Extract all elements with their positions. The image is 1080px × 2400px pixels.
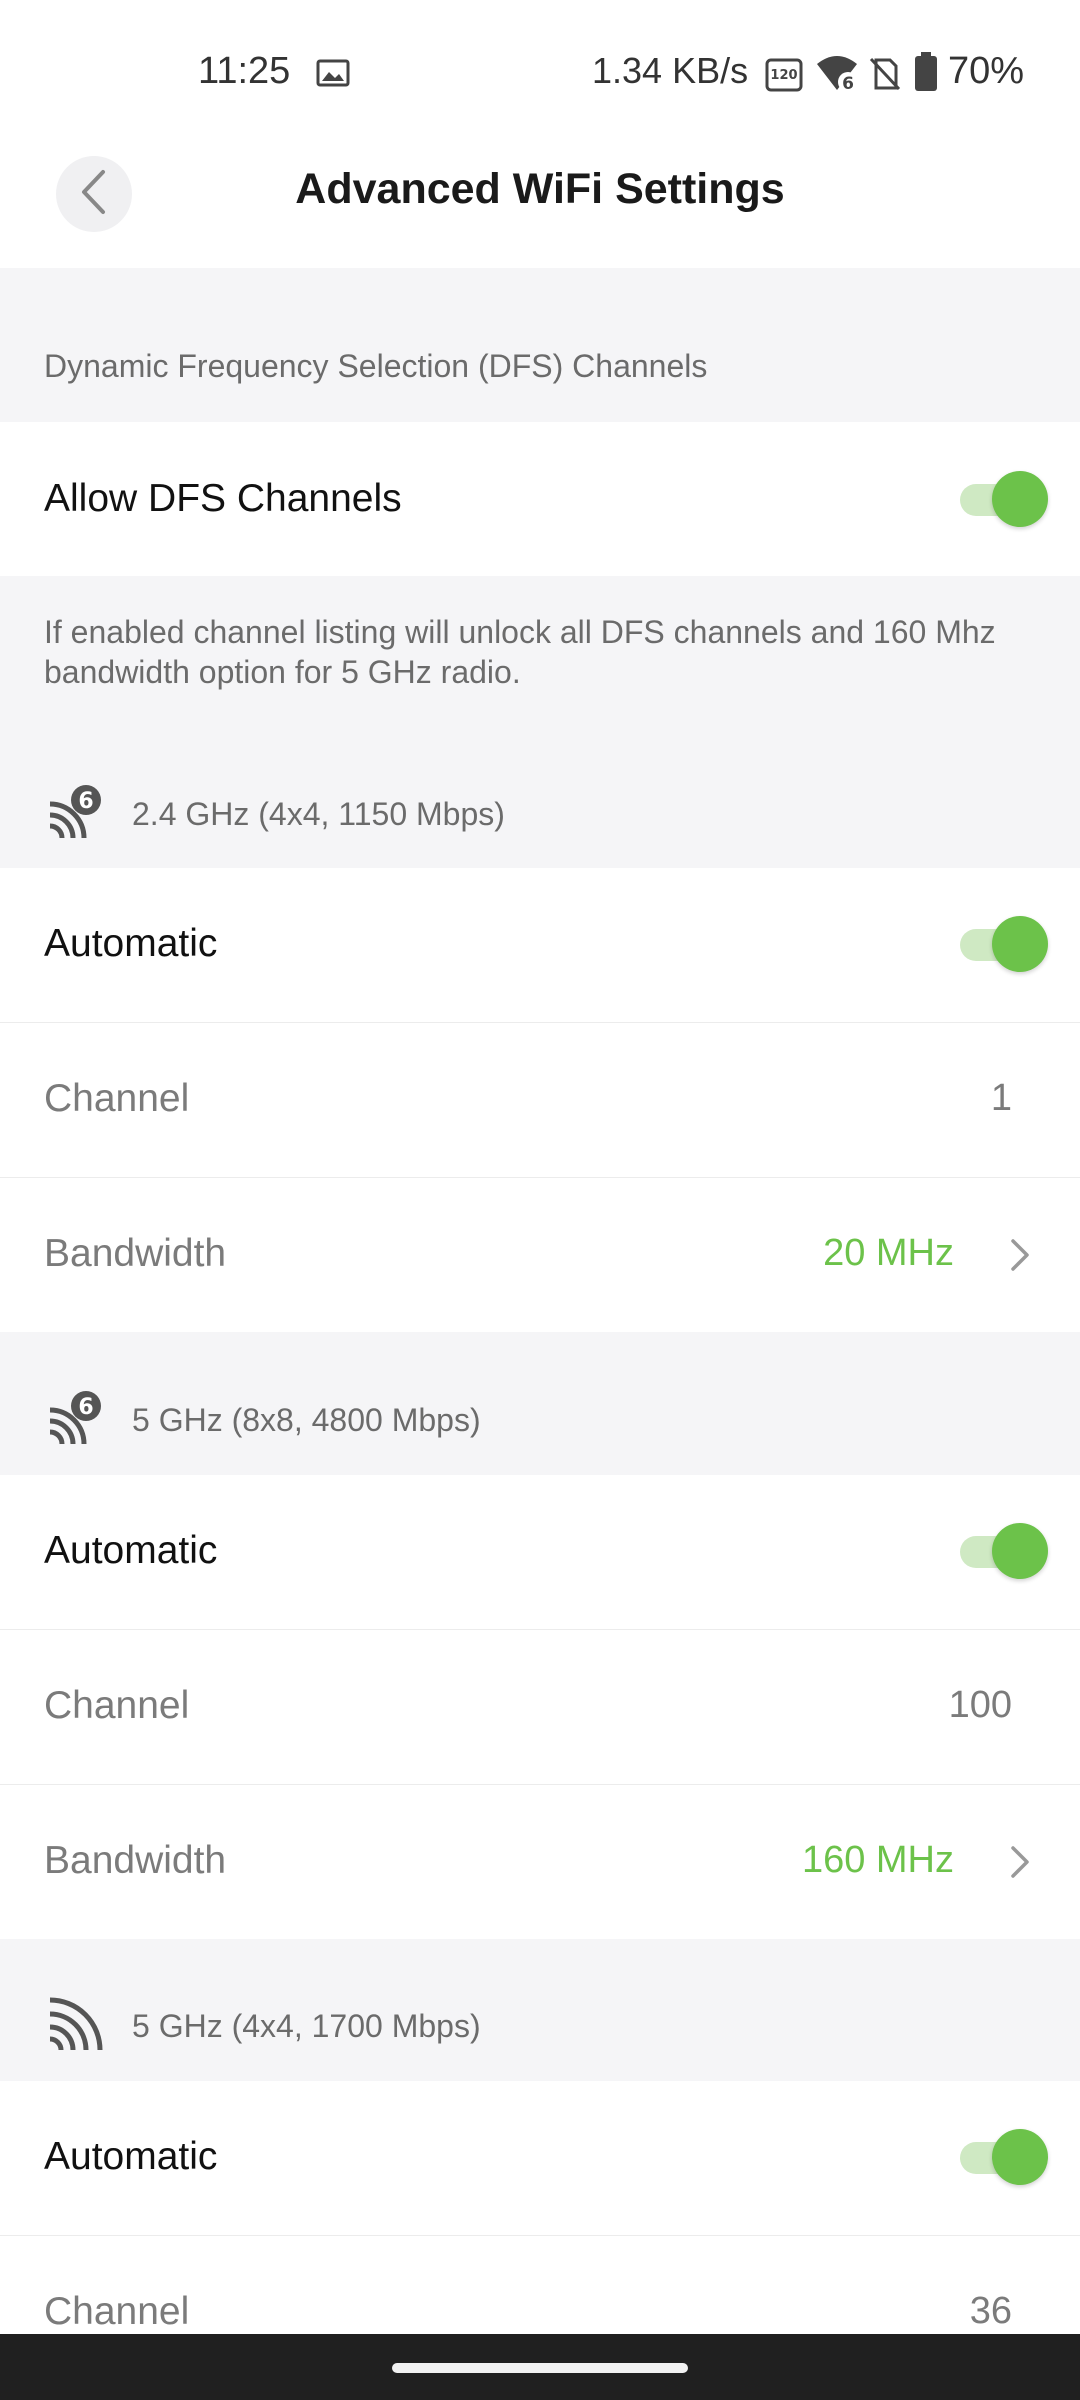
- automatic-label: Automatic: [44, 2135, 218, 2178]
- svg-text:6: 6: [842, 74, 854, 94]
- chevron-right-icon: [1008, 1845, 1032, 1878]
- dfs-section-label: Dynamic Frequency Selection (DFS) Channe…: [44, 348, 708, 384]
- dfs-description: If enabled channel listing will unlock a…: [44, 614, 996, 690]
- status-net-speed: 1.34 KB/s: [592, 50, 749, 91]
- automatic-toggle[interactable]: [960, 2128, 1048, 2186]
- bandwidth-value: 160 MHz: [801, 1839, 954, 1881]
- radio-label: 5 GHz (8x8, 4800 Mbps): [132, 1402, 481, 1438]
- radio-label: 5 GHz (4x4, 1700 Mbps): [132, 2008, 481, 2044]
- status-time: 11:25: [198, 50, 291, 92]
- radio-label: 2.4 GHz (4x4, 1150 Mbps): [132, 796, 505, 832]
- bandwidth-label: Bandwidth: [44, 1839, 227, 1882]
- bandwidth-value: 20 MHz: [823, 1232, 954, 1274]
- wifi-icon: [46, 1996, 104, 2057]
- bandwidth-label: Bandwidth: [44, 1232, 227, 1275]
- home-gesture-handle[interactable]: [392, 2363, 688, 2373]
- allow-dfs-row: Allow DFS Channels: [0, 422, 1080, 576]
- refresh-rate-icon: 120: [765, 58, 803, 97]
- page-title: Advanced WiFi Settings: [295, 165, 785, 213]
- svg-text:6: 6: [78, 1395, 93, 1420]
- automatic-label: Automatic: [44, 1529, 218, 1572]
- channel-value: 100: [948, 1684, 1012, 1726]
- radio-24ghz-card: Automatic Channel 1 Bandwidth 20 MHz: [0, 868, 1080, 1332]
- channel-value: 1: [990, 1077, 1012, 1119]
- channel-label: Channel: [44, 1684, 190, 1727]
- allow-dfs-toggle[interactable]: [960, 470, 1048, 528]
- automatic-label: Automatic: [44, 922, 218, 965]
- automatic-toggle[interactable]: [960, 915, 1048, 973]
- channel-label: Channel: [44, 1077, 190, 1120]
- bandwidth-row[interactable]: Bandwidth 160 MHz: [0, 1785, 1080, 1939]
- image-icon: [316, 58, 350, 93]
- chevron-right-icon: [1008, 1238, 1032, 1271]
- battery-icon: [914, 52, 938, 97]
- channel-value: 36: [969, 2290, 1012, 2332]
- svg-text:6: 6: [78, 789, 93, 814]
- radio-5ghz-4x4-card: Automatic Channel 36: [0, 2081, 1080, 2341]
- no-sim-icon: [868, 56, 902, 97]
- radio-5ghz-8x8-card: Automatic Channel 100 Bandwidth 160 MHz: [0, 1475, 1080, 1939]
- automatic-toggle[interactable]: [960, 1522, 1048, 1580]
- bandwidth-row[interactable]: Bandwidth 20 MHz: [0, 1178, 1080, 1332]
- wifi-6-icon: 6: [46, 784, 104, 845]
- status-battery-level: 70%: [948, 50, 1025, 92]
- wifi-6-icon: 6: [815, 54, 859, 99]
- wifi-6-icon: 6: [46, 1390, 104, 1451]
- allow-dfs-label: Allow DFS Channels: [44, 477, 402, 520]
- channel-label: Channel: [44, 2290, 190, 2333]
- svg-text:120: 120: [770, 68, 797, 83]
